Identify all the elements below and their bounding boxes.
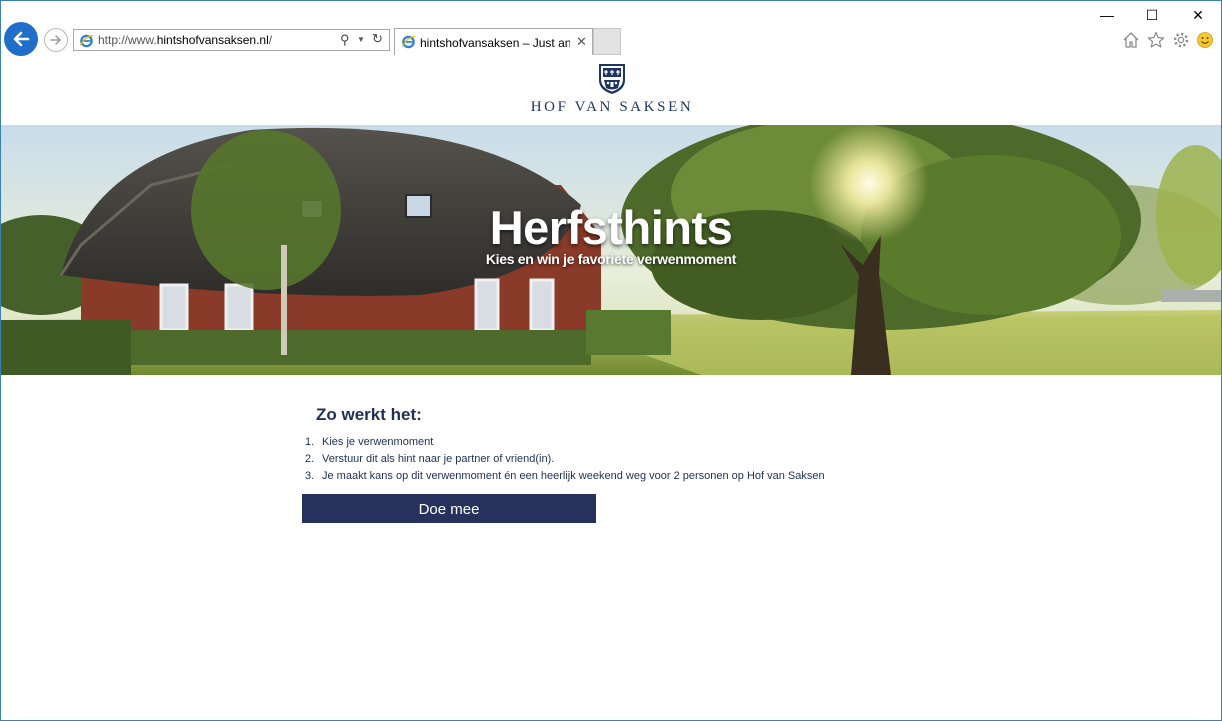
step-item: 2. Verstuur dit als hint naar je partner … [305, 451, 825, 468]
home-icon[interactable] [1122, 31, 1140, 49]
hero-title: Herfsthints [489, 201, 733, 254]
address-bar[interactable]: http://www.hintshofvansaksen.nl/ ⚲ ▼ ↻ [73, 29, 390, 51]
step-text: Verstuur dit als hint naar je partner of… [322, 453, 555, 465]
howto-steps: 1. Kies je verwenmoment 2. Verstuur dit al… [305, 434, 825, 485]
step-number: 3. [305, 470, 315, 482]
address-dropdown-icon[interactable]: ▼ [357, 35, 365, 44]
feedback-smiley-icon[interactable] [1196, 31, 1214, 49]
step-text: Je maakt kans op dit verwenmoment én een… [322, 470, 825, 482]
refresh-icon[interactable]: ↻ [372, 31, 383, 47]
hero-subtitle: Kies en win je favoriete verwenmoment [485, 251, 737, 267]
step-item: 1. Kies je verwenmoment [305, 434, 825, 451]
close-window-button[interactable]: ✕ [1188, 7, 1208, 24]
maximize-button[interactable]: ☐ [1142, 7, 1162, 24]
back-button[interactable] [4, 22, 38, 56]
step-number: 2. [305, 453, 315, 465]
forward-arrow-icon [50, 35, 61, 45]
new-tab-button[interactable] [593, 28, 621, 55]
browser-tab[interactable]: hintshofvansaksen – Just an... ✕ [394, 28, 593, 55]
howto-title: Zo werkt het: [316, 405, 422, 424]
tab-title: hintshofvansaksen – Just an... [420, 36, 570, 50]
step-text: Kies je verwenmoment [322, 436, 434, 448]
address-url[interactable]: http://www.hintshofvansaksen.nl/ [98, 33, 272, 47]
step-number: 1. [305, 436, 315, 448]
forward-button[interactable] [44, 28, 68, 52]
brand-name: HOF VAN SAKSEN [530, 99, 694, 115]
minimize-button[interactable]: — [1097, 7, 1117, 23]
browser-window: http://www.hintshofvansaksen.nl/ ⚲ ▼ ↻ h… [0, 0, 1222, 721]
address-search-icon[interactable]: ⚲ [340, 32, 350, 48]
hero-banner: Herfsthints Kies en win je favoriete ver… [1, 125, 1221, 375]
doe-mee-button[interactable]: Doe mee [302, 494, 596, 523]
step-item: 3. Je maakt kans op dit verwenmoment én e… [305, 468, 825, 485]
tab-close-icon[interactable]: ✕ [576, 34, 587, 50]
crest-icon [599, 64, 625, 94]
site-logo[interactable]: HOF VAN SAKSEN [491, 63, 733, 116]
ie-page-icon [79, 34, 94, 48]
back-arrow-icon [13, 31, 30, 47]
favorites-star-icon[interactable] [1147, 31, 1165, 49]
browser-chrome: http://www.hintshofvansaksen.nl/ ⚲ ▼ ↻ h… [1, 1, 1221, 57]
tab-ie-icon [401, 35, 416, 49]
settings-gear-icon[interactable] [1172, 31, 1190, 49]
